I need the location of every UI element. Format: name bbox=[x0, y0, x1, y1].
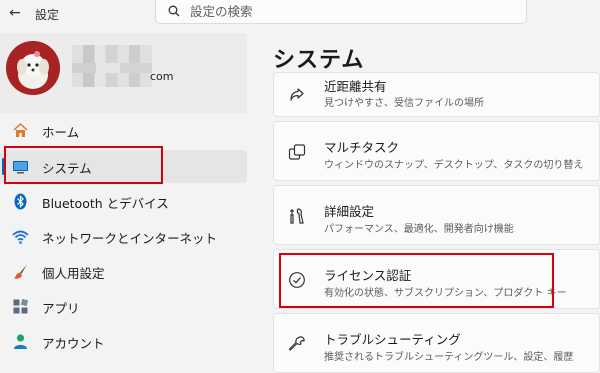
card-title: 近距離共有 bbox=[324, 79, 387, 94]
sidebar-item-label: 個人用設定 bbox=[42, 266, 105, 281]
card-title: 詳細設定 bbox=[324, 204, 375, 219]
setting-card-multitasking[interactable]: マルチタスク ウィンドウのスナップ、デスクトップ、タスクの切り替え bbox=[273, 121, 600, 181]
tools-icon bbox=[290, 208, 304, 224]
card-title: マルチタスク bbox=[324, 140, 400, 155]
search-box[interactable] bbox=[155, 0, 527, 24]
avatar bbox=[6, 41, 60, 95]
apps-icon bbox=[13, 298, 29, 314]
setting-card-advanced[interactable]: 詳細設定 パフォーマンス、最適化、開発者向け機能 bbox=[273, 185, 600, 245]
sidebar-item-label: システム bbox=[42, 161, 92, 176]
setting-card-activation[interactable]: ライセンス認証 有効化の状態、サブスクリプション、プロダクト キー bbox=[273, 249, 600, 309]
card-title: トラブルシューティング bbox=[324, 332, 461, 347]
email-suffix: com bbox=[150, 70, 174, 83]
sidebar-item-personalization[interactable]: 個人用設定 bbox=[0, 255, 247, 288]
bluetooth-icon bbox=[14, 193, 27, 210]
card-subtitle: 見つけやすさ、受信ファイルの場所 bbox=[324, 98, 484, 109]
sidebar-item-label: ネットワークとインターネット bbox=[42, 231, 218, 246]
sidebar-item-label: ホーム bbox=[42, 125, 80, 140]
profile-card[interactable]: com bbox=[0, 33, 247, 113]
card-subtitle: パフォーマンス、最適化、開発者向け機能 bbox=[324, 224, 514, 235]
setting-card-troubleshoot[interactable]: トラブルシューティング 推奨されるトラブルシューティングツール、設定、履歴 bbox=[273, 313, 600, 373]
person-icon bbox=[14, 334, 27, 349]
sidebar-item-label: Bluetooth とデバイス bbox=[42, 196, 169, 211]
share-icon bbox=[290, 88, 304, 101]
system-display-icon bbox=[13, 161, 28, 174]
sidebar-item-label: アプリ bbox=[42, 301, 80, 316]
back-arrow-icon[interactable]: ← bbox=[6, 5, 24, 21]
sidebar-item-network[interactable]: ネットワークとインターネット bbox=[0, 220, 247, 253]
setting-card-nearby-sharing[interactable]: 近距離共有 見つけやすさ、受信ファイルの場所 bbox=[273, 72, 600, 117]
sidebar-item-home[interactable]: ホーム bbox=[0, 114, 247, 147]
brush-icon bbox=[14, 264, 27, 279]
app-title: 設定 bbox=[35, 8, 60, 22]
card-subtitle: 有効化の状態、サブスクリプション、プロダクト キー bbox=[324, 288, 567, 299]
check-circle-icon bbox=[289, 272, 305, 288]
sidebar-item-bluetooth[interactable]: Bluetooth とデバイス bbox=[0, 185, 247, 218]
selection-indicator bbox=[2, 158, 5, 175]
page-title: システム bbox=[273, 48, 365, 73]
sidebar-item-label: アカウント bbox=[42, 336, 105, 351]
sidebar-item-accounts[interactable]: アカウント bbox=[0, 325, 247, 358]
sidebar-item-system[interactable]: システム bbox=[0, 150, 247, 183]
card-subtitle: 推奨されるトラブルシューティングツール、設定、履歴 bbox=[324, 352, 574, 363]
wrench-icon bbox=[288, 336, 305, 351]
multitask-icon bbox=[288, 144, 306, 160]
card-subtitle: ウィンドウのスナップ、デスクトップ、タスクの切り替え bbox=[324, 160, 584, 171]
card-title: ライセンス認証 bbox=[324, 268, 412, 283]
home-icon bbox=[13, 122, 28, 137]
search-input[interactable] bbox=[190, 2, 510, 20]
sidebar-item-apps[interactable]: アプリ bbox=[0, 290, 247, 323]
wifi-icon bbox=[12, 230, 29, 244]
search-icon bbox=[168, 5, 180, 17]
redacted-name bbox=[72, 45, 152, 87]
